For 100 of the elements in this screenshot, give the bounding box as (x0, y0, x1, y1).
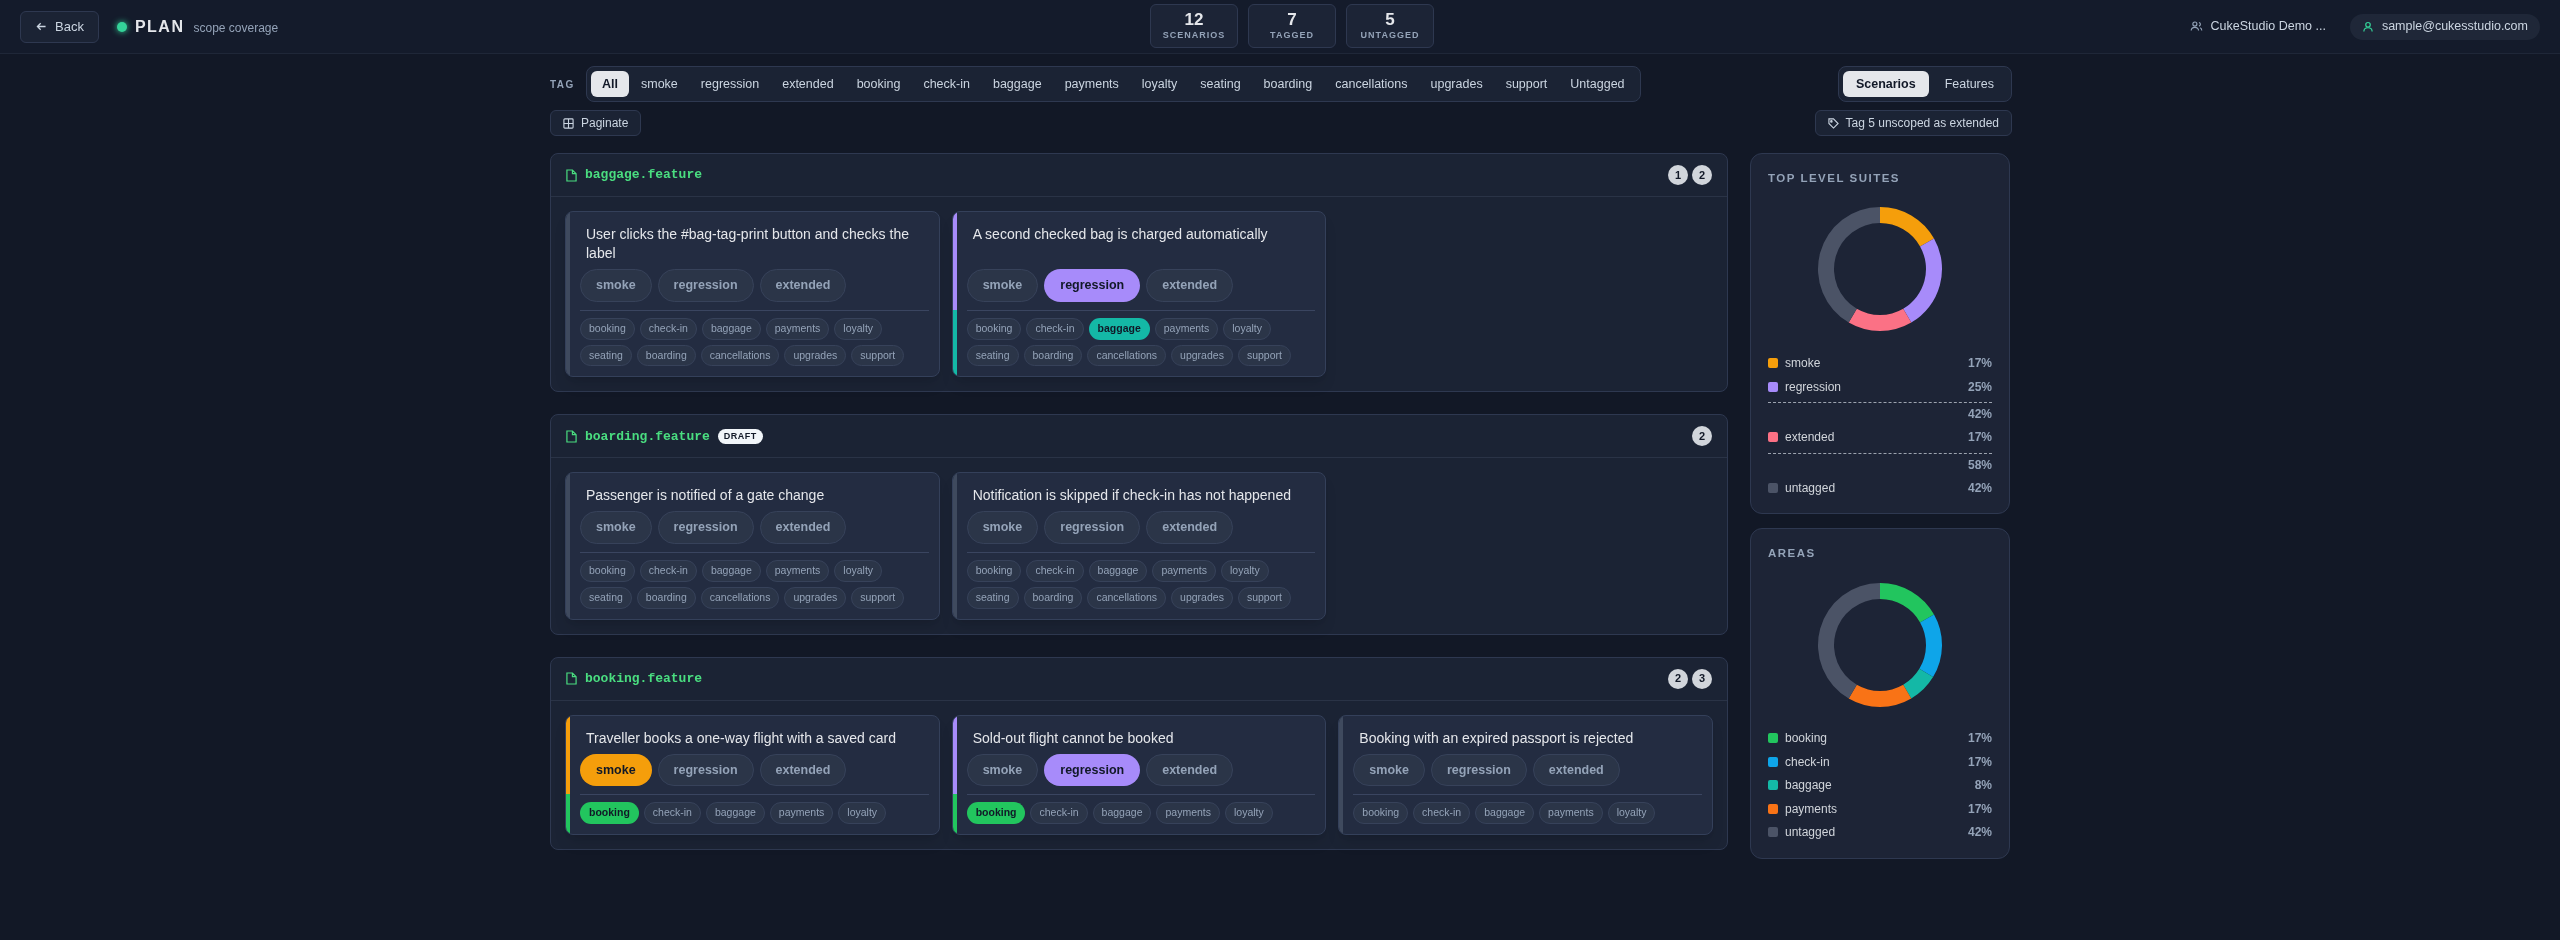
suite-tag[interactable]: regression (1430, 753, 1527, 787)
bulk-tag-button[interactable]: Tag 5 unscoped as extended (1814, 110, 2012, 136)
suite-tag[interactable]: extended (1146, 753, 1234, 787)
area-tag[interactable]: seating (580, 586, 632, 609)
area-tag[interactable]: loyalty (1223, 317, 1272, 340)
suite-tag[interactable]: smoke (580, 269, 652, 302)
area-tag[interactable]: check-in (1026, 317, 1084, 340)
area-tag[interactable]: booking (580, 560, 635, 582)
area-tag[interactable]: upgrades (784, 586, 847, 609)
area-tag[interactable]: cancellations (700, 344, 780, 367)
area-tag[interactable]: loyalty (1225, 802, 1273, 824)
page-badge[interactable]: 2 (1692, 165, 1712, 185)
page-badge[interactable]: 3 (1692, 668, 1712, 689)
area-tag[interactable]: cancellations (700, 586, 780, 609)
area-tag[interactable]: support (851, 586, 905, 609)
suite-tag[interactable]: extended (1146, 269, 1234, 302)
tag-filter[interactable]: upgrades (1419, 71, 1494, 97)
suite-tag[interactable]: regression (1044, 269, 1141, 302)
tag-filter[interactable]: Untagged (1559, 71, 1636, 97)
suite-tag[interactable]: extended (759, 753, 847, 787)
suite-tag[interactable]: extended (1146, 511, 1234, 544)
area-tag[interactable]: payments (769, 802, 834, 824)
area-tag[interactable]: upgrades (784, 344, 847, 367)
feature-filename[interactable]: booking.feature (585, 668, 703, 689)
workspace-label[interactable]: CukeStudio Demo ... (2189, 17, 2326, 36)
suite-tag[interactable]: smoke (580, 753, 652, 787)
area-tag[interactable]: check-in (639, 560, 697, 582)
area-tag[interactable]: boarding (636, 344, 696, 367)
area-tag[interactable]: payments (765, 317, 830, 340)
tag-filter[interactable]: payments (1053, 71, 1130, 97)
area-tag[interactable]: boarding (636, 586, 696, 609)
tag-filter[interactable]: smoke (630, 71, 689, 97)
area-tag[interactable]: check-in (1030, 802, 1088, 824)
area-tag[interactable]: loyalty (1220, 560, 1269, 582)
area-tag[interactable]: upgrades (1171, 344, 1233, 367)
tag-filter[interactable]: baggage (981, 71, 1053, 97)
area-tag[interactable]: boarding (1023, 344, 1083, 367)
area-tag[interactable]: baggage (1475, 802, 1535, 824)
suite-tag[interactable]: regression (657, 753, 754, 787)
suite-tag[interactable]: extended (759, 511, 847, 544)
area-tag[interactable]: baggage (1092, 802, 1152, 824)
tag-filter[interactable]: seating (1189, 71, 1252, 97)
area-tag[interactable]: check-in (643, 802, 701, 824)
suite-tag[interactable]: regression (657, 511, 754, 544)
suite-tag[interactable]: smoke (966, 269, 1039, 302)
view-tab[interactable]: Features (1931, 71, 2007, 97)
page-badge[interactable]: 2 (1692, 426, 1712, 447)
area-tag[interactable]: support (1237, 344, 1291, 367)
area-tag[interactable]: boarding (1023, 586, 1083, 609)
paginate-button[interactable]: Paginate (550, 110, 642, 136)
back-button[interactable]: Back (20, 10, 99, 43)
suite-tag[interactable]: extended (759, 269, 847, 302)
suite-tag[interactable]: smoke (966, 753, 1039, 787)
area-tag[interactable]: booking (580, 317, 635, 340)
feature-filename[interactable]: baggage.feature (585, 165, 703, 185)
area-tag[interactable]: baggage (1088, 317, 1150, 340)
area-tag[interactable]: baggage (705, 802, 765, 824)
tag-filter[interactable]: loyalty (1130, 71, 1189, 97)
tag-filter[interactable]: support (1494, 71, 1559, 97)
tag-filter[interactable]: All (591, 71, 629, 97)
area-tag[interactable]: booking (966, 560, 1022, 582)
user-badge[interactable]: sample@cukesstudio.com (2349, 13, 2540, 40)
suite-tag[interactable]: extended (1532, 753, 1620, 787)
area-tag[interactable]: cancellations (1087, 586, 1167, 609)
tag-filter[interactable]: boarding (1252, 71, 1324, 97)
area-tag[interactable]: upgrades (1171, 586, 1233, 609)
area-tag[interactable]: check-in (1413, 802, 1471, 824)
tag-filter[interactable]: extended (771, 71, 845, 97)
area-tag[interactable]: cancellations (1087, 344, 1167, 367)
suite-tag[interactable]: smoke (1353, 753, 1425, 787)
suite-tag[interactable]: smoke (580, 511, 652, 544)
area-tag[interactable]: baggage (701, 317, 761, 340)
tag-filter[interactable]: regression (689, 71, 771, 97)
area-tag[interactable]: check-in (639, 317, 697, 340)
area-tag[interactable]: loyalty (834, 560, 883, 582)
area-tag[interactable]: seating (966, 344, 1019, 367)
view-tab[interactable]: Scenarios (1842, 71, 1929, 97)
area-tag[interactable]: check-in (1026, 560, 1084, 582)
suite-tag[interactable]: smoke (966, 511, 1039, 544)
area-tag[interactable]: payments (1539, 802, 1603, 824)
area-tag[interactable]: booking (966, 802, 1026, 824)
area-tag[interactable]: payments (765, 560, 830, 582)
suite-tag[interactable]: regression (1044, 511, 1141, 544)
area-tag[interactable]: loyalty (1607, 802, 1656, 824)
area-tag[interactable]: payments (1156, 802, 1220, 824)
suite-tag[interactable]: regression (657, 269, 754, 302)
page-badge[interactable]: 1 (1668, 165, 1688, 185)
area-tag[interactable]: loyalty (838, 802, 887, 824)
area-tag[interactable]: booking (966, 317, 1022, 340)
feature-filename[interactable]: boarding.feature (585, 426, 710, 446)
area-tag[interactable]: support (1237, 586, 1291, 609)
area-tag[interactable]: booking (580, 802, 639, 824)
area-tag[interactable]: booking (1353, 802, 1409, 824)
area-tag[interactable]: payments (1154, 317, 1219, 340)
area-tag[interactable]: baggage (1088, 560, 1148, 582)
suite-tag[interactable]: regression (1044, 753, 1141, 787)
area-tag[interactable]: seating (966, 586, 1019, 609)
area-tag[interactable]: baggage (701, 560, 761, 582)
area-tag[interactable]: payments (1152, 560, 1216, 582)
area-tag[interactable]: seating (580, 344, 632, 367)
